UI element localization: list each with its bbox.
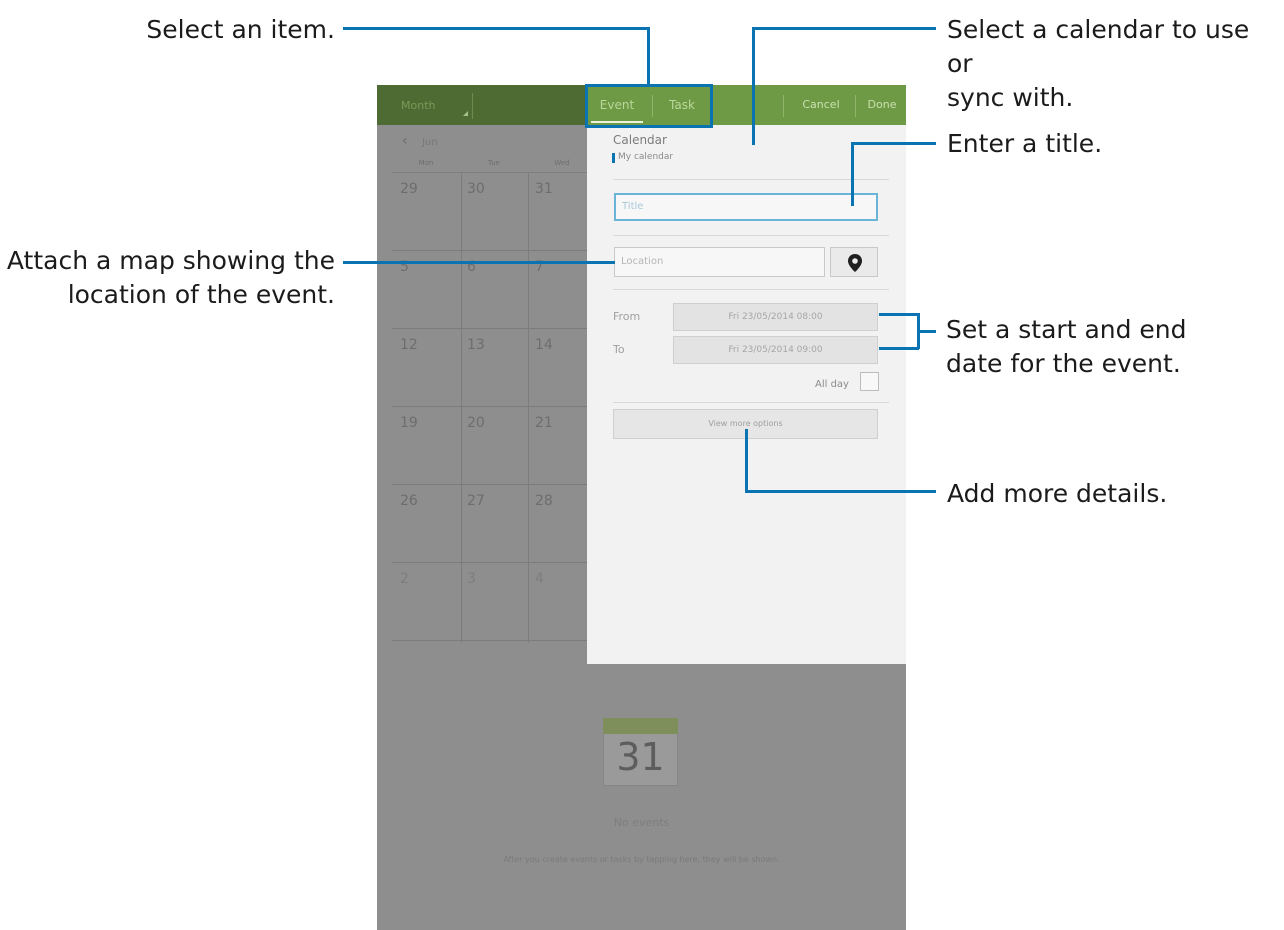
from-label: From	[613, 310, 641, 323]
from-date-button[interactable]: Fri 23/05/2014 08:00	[673, 303, 878, 331]
callout-set-date-line2: date for the event.	[946, 349, 1181, 378]
no-events-text: No events	[613, 816, 670, 829]
calendar-week-row: 29 30 31	[392, 173, 588, 251]
leader-line	[745, 490, 936, 493]
leader-line	[752, 27, 755, 145]
month-navigation: ‹ Jun	[402, 133, 438, 149]
calendar-day[interactable]: 30	[467, 181, 507, 197]
leader-line	[647, 27, 650, 85]
callout-add-details: Add more details.	[947, 479, 1168, 508]
to-label: To	[613, 343, 625, 356]
weekday-label: Wed	[554, 159, 570, 167]
leader-line	[879, 313, 919, 316]
to-date-button[interactable]: Fri 23/05/2014 09:00	[673, 336, 878, 364]
calendar-value: My calendar	[618, 152, 674, 162]
view-mode-label: Month	[401, 99, 436, 112]
calendar-icon: 31	[603, 718, 678, 786]
leader-line	[745, 429, 748, 492]
calendar-day[interactable]: 12	[400, 337, 440, 353]
tabs-highlight-box	[585, 84, 713, 128]
calendar-week-row: 19 20 21	[392, 407, 588, 485]
calendar-color-marker	[612, 153, 615, 163]
callout-attach-map-line2: location of the event.	[67, 280, 335, 309]
calendar-week-row: 2 3 4	[392, 563, 588, 641]
callout-attach-map-line1: Attach a map showing the	[6, 246, 335, 275]
all-day-label: All day	[815, 379, 849, 390]
view-mode-spinner[interactable]: Month	[395, 93, 473, 119]
calendar-day[interactable]: 29	[400, 181, 440, 197]
callout-select-item: Select an item.	[146, 15, 335, 44]
done-button[interactable]: Done	[858, 91, 906, 119]
calendar-day[interactable]: 2	[400, 571, 440, 587]
callout-select-calendar-line1: Select a calendar to use or	[947, 15, 1250, 78]
title-input[interactable]: Title	[614, 193, 878, 221]
divider	[613, 179, 889, 180]
leader-line	[343, 261, 615, 264]
cancel-button[interactable]: Cancel	[789, 91, 853, 119]
calendar-day[interactable]: 20	[467, 415, 507, 431]
calendar-day[interactable]: 4	[535, 571, 575, 587]
weekday-header: Mon Tue Wed	[392, 157, 588, 173]
map-pin-button[interactable]	[830, 247, 878, 277]
calendar-day[interactable]: 21	[535, 415, 575, 431]
calendar-selector[interactable]: My calendar	[612, 152, 674, 163]
leader-line	[851, 142, 854, 206]
callout-attach-map: Attach a map showing the location of the…	[0, 244, 335, 312]
calendar-icon-number: 31	[616, 735, 665, 779]
leader-line	[851, 142, 936, 145]
leader-line	[879, 347, 919, 350]
action-divider	[783, 95, 784, 117]
calendar-day[interactable]: 26	[400, 493, 440, 509]
month-label: Jun	[422, 137, 438, 148]
divider	[613, 235, 889, 236]
location-input[interactable]: Location	[614, 247, 825, 277]
weekday-label: Mon	[418, 159, 434, 167]
calendar-day[interactable]: 19	[400, 415, 440, 431]
calendar-week-row: 12 13 14	[392, 329, 588, 407]
callout-set-date-line1: Set a start and end	[946, 315, 1187, 344]
calendar-day[interactable]: 27	[467, 493, 507, 509]
calendar-day[interactable]: 28	[535, 493, 575, 509]
leader-line	[343, 27, 649, 30]
callout-select-calendar: Select a calendar to use or sync with.	[947, 13, 1277, 115]
calendar-label: Calendar	[613, 133, 667, 147]
empty-hint-text: After you create events or tasks by tapp…	[503, 855, 780, 864]
calendar-day[interactable]: 13	[467, 337, 507, 353]
leader-line	[917, 330, 936, 333]
spinner-triangle-icon	[463, 111, 468, 116]
weekday-label: Tue	[488, 159, 500, 167]
divider	[613, 402, 889, 403]
calendar-icon-header	[603, 718, 678, 734]
divider	[613, 289, 889, 290]
event-form-panel: Calendar My calendar Title Location From…	[587, 125, 906, 664]
map-pin-icon	[848, 254, 862, 272]
callout-set-date: Set a start and end date for the event.	[946, 313, 1266, 381]
callout-select-calendar-line2: sync with.	[947, 83, 1074, 112]
action-divider	[855, 95, 856, 117]
chevron-left-icon[interactable]: ‹	[402, 133, 408, 149]
calendar-day[interactable]: 31	[535, 181, 575, 197]
calendar-week-row: 26 27 28	[392, 485, 588, 563]
calendar-day[interactable]: 14	[535, 337, 575, 353]
all-day-checkbox[interactable]	[860, 372, 879, 391]
callout-enter-title: Enter a title.	[947, 129, 1103, 158]
device-screen: Month Event Task Cancel Done ‹ Jun Mon T…	[377, 85, 906, 930]
leader-line	[752, 27, 936, 30]
calendar-day[interactable]: 3	[467, 571, 507, 587]
